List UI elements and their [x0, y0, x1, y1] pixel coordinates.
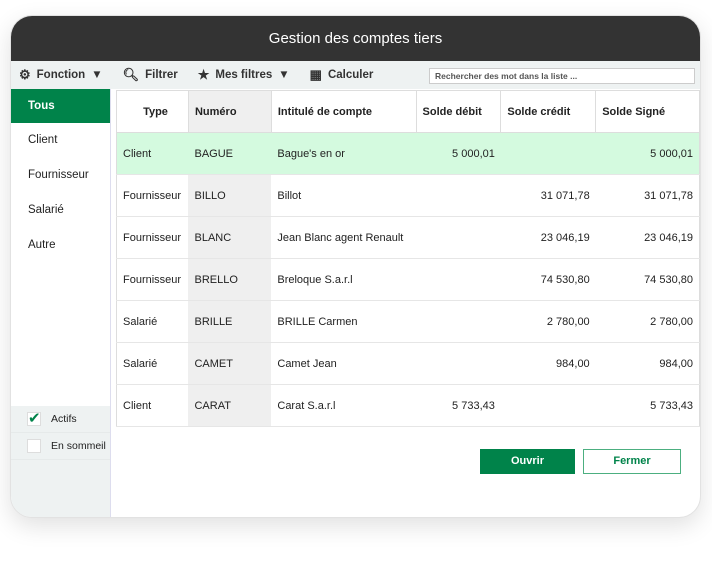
- table-cell: BAGUE: [188, 132, 272, 175]
- table-cell: BRELLO: [188, 258, 272, 301]
- search-icon: 🔍︎: [122, 67, 140, 82]
- table-cell: [416, 342, 501, 385]
- table-cell: Client: [116, 384, 189, 427]
- table-cell: Salarié: [116, 300, 189, 343]
- table-cell: [500, 384, 596, 427]
- table-cell: 5 000,01: [416, 132, 501, 175]
- table-cell: Jean Blanc agent Renault: [271, 216, 417, 259]
- table-row[interactable]: Client BAGUE Bague's en or 5 000,01 5 000,01: [116, 132, 700, 175]
- table-row[interactable]: Salarié BRILLE BRILLE Carmen 2 780,00 2 780,…: [116, 300, 700, 343]
- sidebar: Tous Client Fournisseur Salarié Autre Ac…: [11, 89, 111, 517]
- actifs-label: Actifs: [51, 413, 77, 425]
- ouvrir-button[interactable]: Ouvrir: [480, 449, 575, 474]
- table-cell: 5 733,43: [595, 384, 700, 427]
- table-cell: 5 000,01: [595, 132, 700, 175]
- fonction-menu[interactable]: ⚙ Fonction ▼: [19, 67, 103, 83]
- column-header[interactable]: Numéro: [187, 90, 272, 133]
- search-input[interactable]: Rechercher des mot dans la liste ...: [429, 68, 695, 84]
- sidebar-item-autre[interactable]: Autre: [11, 228, 110, 263]
- table-cell: BRILLE: [188, 300, 272, 343]
- table-cell: 984,00: [595, 342, 700, 385]
- window: Gestion des comptes tiers ⚙ Fonction ▼ 🔍︎ F…: [10, 15, 701, 518]
- table-cell: Camet Jean: [271, 342, 417, 385]
- table-cell: [416, 216, 501, 259]
- table-cell: Bague's en or: [271, 132, 417, 175]
- sidebar-item-fournisseur[interactable]: Fournisseur: [11, 158, 110, 193]
- fonction-label: Fonction: [36, 69, 86, 81]
- sidebar-item-client[interactable]: Client: [11, 123, 110, 158]
- table-cell: CARAT: [188, 384, 272, 427]
- table-cell: BLANC: [188, 216, 272, 259]
- table-row[interactable]: Fournisseur BILLO Billot 31 071,78 31 071,78: [116, 174, 700, 217]
- star-icon: ★: [197, 67, 210, 82]
- column-header[interactable]: Solde débit: [415, 90, 502, 133]
- table-row[interactable]: Fournisseur BLANC Jean Blanc agent Renault…: [116, 216, 700, 259]
- caret-down-icon: ▼: [91, 69, 103, 81]
- table-cell: 74 530,80: [595, 258, 700, 301]
- table-cell: Fournisseur: [116, 174, 189, 217]
- table-cell: 5 733,43: [416, 384, 501, 427]
- table-row[interactable]: Fournisseur BRELLO Breloque S.a.r.l 74 530,…: [116, 258, 700, 301]
- table-cell: BILLO: [188, 174, 272, 217]
- table-cell: CAMET: [188, 342, 272, 385]
- table-cell: 74 530,80: [500, 258, 596, 301]
- toolbar: ⚙ Fonction ▼ 🔍︎ Filtrer ★ Mes filtres ▼ ▦ Calc…: [11, 61, 700, 89]
- column-header[interactable]: Solde crédit: [500, 90, 597, 133]
- table-cell: Fournisseur: [116, 258, 189, 301]
- table-cell: 2 780,00: [595, 300, 700, 343]
- calculer-button[interactable]: ▦ Calculer: [310, 67, 374, 83]
- accounts-table: Type Numéro Intitulé de compte Solde débit S…: [116, 90, 700, 427]
- checkbox-unchecked[interactable]: [27, 439, 41, 453]
- table-cell: 2 780,00: [500, 300, 596, 343]
- filtrer-label: Filtrer: [145, 69, 178, 81]
- mes-filtres-label: Mes filtres: [215, 69, 273, 81]
- checkbox-checked[interactable]: [27, 409, 41, 427]
- table-cell: Fournisseur: [116, 216, 189, 259]
- table-cell: 984,00: [500, 342, 596, 385]
- caret-down-icon: ▼: [278, 69, 290, 81]
- column-header[interactable]: Type: [116, 90, 189, 133]
- table-cell: [416, 174, 501, 217]
- table-cell: 31 071,78: [500, 174, 596, 217]
- table-cell: BRILLE Carmen: [271, 300, 417, 343]
- table-cell: 31 071,78: [595, 174, 700, 217]
- table-cell: Carat S.a.r.l: [271, 384, 417, 427]
- en-sommeil-checkbox[interactable]: En sommeil: [11, 433, 110, 460]
- table-row[interactable]: Salarié CAMET Camet Jean 984,00 984,00: [116, 342, 700, 385]
- fermer-button[interactable]: Fermer: [583, 449, 681, 474]
- table-cell: Billot: [271, 174, 417, 217]
- table-cell: [500, 132, 596, 175]
- gear-icon: ⚙: [19, 67, 31, 82]
- table-cell: 23 046,19: [595, 216, 700, 259]
- actifs-checkbox[interactable]: Actifs: [11, 406, 110, 433]
- table-cell: 23 046,19: [500, 216, 596, 259]
- en-sommeil-label: En sommeil: [51, 440, 106, 452]
- table-cell: Salarié: [116, 342, 189, 385]
- sidebar-item-salarie[interactable]: Salarié: [11, 193, 110, 228]
- table-cell: Client: [116, 132, 189, 175]
- calculer-label: Calculer: [327, 69, 374, 81]
- table-cell: Breloque S.a.r.l: [271, 258, 417, 301]
- calculator-icon: ▦: [309, 67, 322, 82]
- mes-filtres-menu[interactable]: ★ Mes filtres ▼: [198, 67, 290, 83]
- filtrer-button[interactable]: 🔍︎ Filtrer: [123, 67, 178, 83]
- table-cell: [416, 258, 501, 301]
- window-title: Gestion des comptes tiers: [11, 16, 700, 61]
- table-cell: [416, 300, 501, 343]
- column-header[interactable]: Intitulé de compte: [270, 90, 417, 133]
- sidebar-item-tous[interactable]: Tous: [11, 89, 110, 123]
- table-row[interactable]: Client CARAT Carat S.a.r.l 5 733,43 5 733,43: [116, 384, 700, 427]
- column-header[interactable]: Solde Signé: [595, 90, 700, 133]
